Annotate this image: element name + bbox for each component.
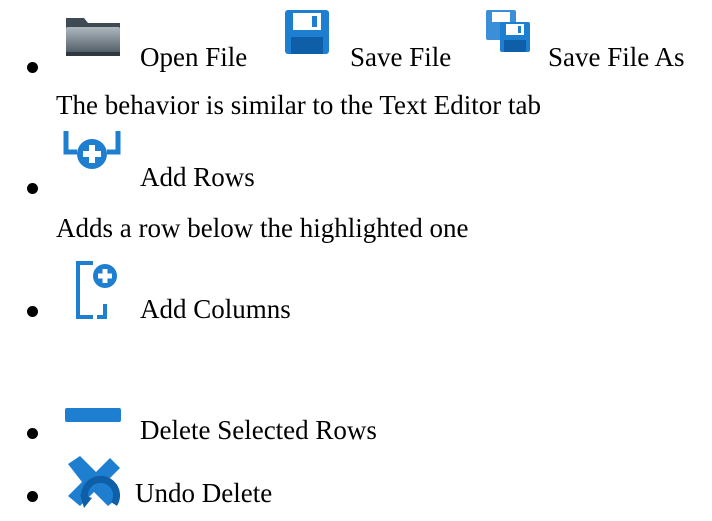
bullet [27,306,38,317]
list-item-delete-rows: Delete Selected Rows [0,395,712,447]
floppy-disk-icon[interactable] [285,10,329,54]
bullet [27,428,38,439]
delete-selected-rows-label: Delete Selected Rows [140,415,377,445]
undo-delete-label: Undo Delete [135,478,273,508]
add-column-icon[interactable] [75,260,117,320]
list-item-file-actions: Open File Save File Save File As The beh… [0,0,712,125]
list-item-add-columns: Add Columns [0,255,712,325]
save-file-as-label: Save File As [548,42,685,72]
add-row-icon[interactable] [63,128,121,174]
item-description: Adds a row below the highlighted one [56,213,469,243]
folder-icon[interactable] [63,12,123,60]
save-as-icon[interactable] [486,10,530,52]
delete-row-icon[interactable] [65,400,121,422]
bullet [27,62,38,73]
add-columns-label: Add Columns [140,294,291,324]
bullet [27,183,38,194]
list-item-add-rows: Add Rows Adds a row below the highlighte… [0,128,712,248]
list-item-undo-delete: Undo Delete [0,450,712,521]
item-description: The behavior is similar to the Text Edit… [56,90,541,120]
bullet [27,491,38,502]
open-file-label: Open File [140,42,248,72]
add-rows-label: Add Rows [140,162,255,192]
save-file-label: Save File [350,42,452,72]
undo-delete-icon[interactable] [62,452,124,512]
